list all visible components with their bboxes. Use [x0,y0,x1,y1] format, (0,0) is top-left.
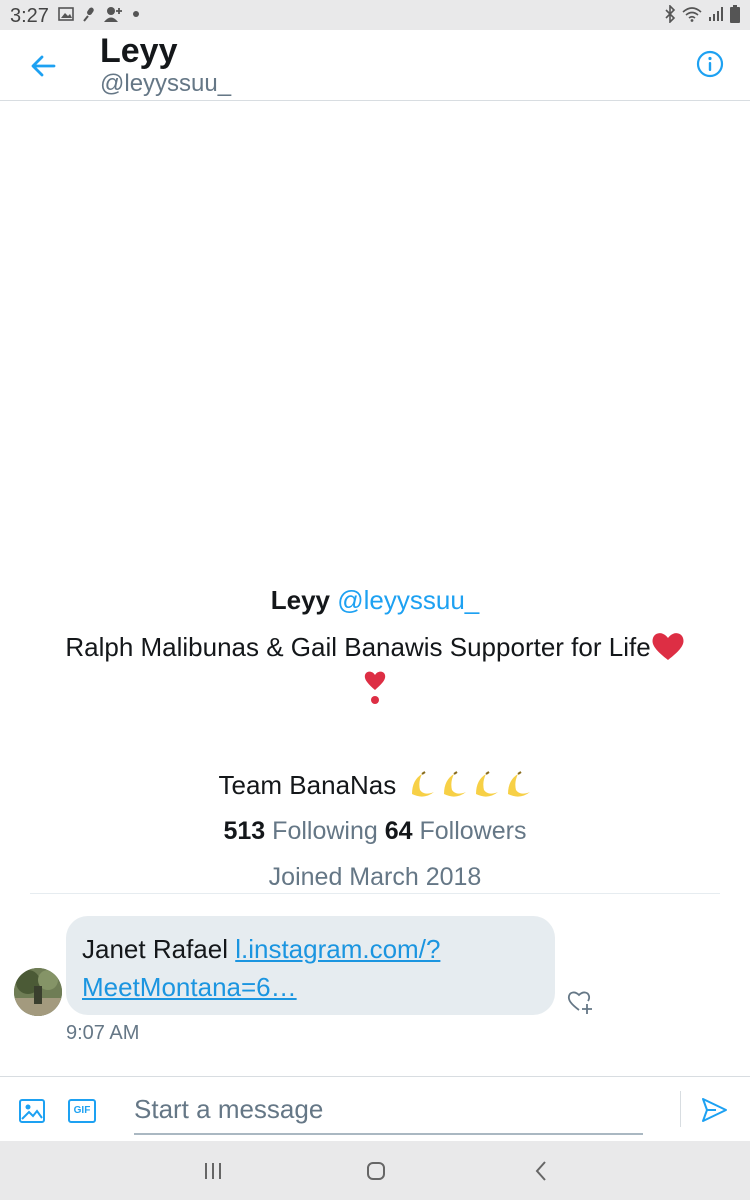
header-name: Leyy [100,32,178,70]
status-left-icons [58,6,140,22]
profile-stats: 513 Following 64 Followers [0,812,750,850]
divider [30,893,720,894]
status-right-icons [664,5,740,23]
status-bar: 3:27 [0,0,750,30]
battery-icon [730,5,740,23]
send-icon[interactable] [700,1096,728,1124]
header-handle: @leyyssuu_ [100,70,232,97]
composer-separator [680,1091,681,1127]
profile-team-text: Team BanaNas [218,770,397,800]
info-icon[interactable] [696,50,724,78]
heart-plus-icon[interactable] [566,986,596,1016]
signal-icon [709,7,723,21]
profile-handle: @leyyssuu_ [337,585,480,615]
person-add-icon [104,7,122,22]
nav-back-icon[interactable] [532,1160,550,1182]
following-count: 513 [223,817,266,845]
message-bubble[interactable]: Janet Rafael l.instagram.com/? MeetMontan… [66,916,555,1015]
message-input[interactable] [134,1085,643,1135]
status-time: 3:27 [10,5,49,27]
wifi-icon [682,7,702,22]
profile-joined: Joined March 2018 [268,863,482,891]
message-composer: GIF [0,1076,750,1141]
recents-icon[interactable] [202,1161,224,1181]
profile-bio: Ralph Malibunas & Gail Banawis Supporter… [0,628,750,716]
avatar-photo [14,968,62,1016]
profile-name: Leyy [270,585,330,615]
banana-icon [475,771,498,797]
dot-icon [133,11,139,17]
back-arrow-icon[interactable] [22,50,66,82]
profile-bio-team: Team BanaNas [0,766,750,804]
conversation-header: Leyy @leyyssuu_ [0,30,750,101]
image-icon[interactable] [18,1097,46,1125]
message-link-line2: MeetMontana=6… [82,972,297,1002]
message-time: 9:07 AM [66,1022,140,1044]
gallery-icon [58,7,74,21]
profile-card: Leyy @leyyssuu_ Ralph Malibunas & Gail B… [0,580,750,896]
mic-off-icon [83,7,94,22]
followers-count: 64 [384,817,413,845]
following-label: Following [272,817,378,845]
message-link-line1: l.instagram.com/? [235,934,441,964]
bluetooth-icon [665,5,676,23]
red-heart-icon [652,633,684,660]
followers-label: Followers [419,817,527,845]
banana-icon [411,771,434,797]
profile-bio-text: Ralph Malibunas & Gail Banawis Supporter… [65,632,651,662]
home-icon[interactable] [366,1161,386,1181]
exclamation-heart-icon [364,671,386,704]
system-nav-bar [0,1141,750,1200]
message-sender: Janet Rafael [82,934,228,964]
profile-name-line[interactable]: Leyy @leyyssuu_ [0,580,750,620]
avatar[interactable] [14,968,62,1016]
gif-button[interactable]: GIF [68,1099,96,1123]
banana-icon [507,771,530,797]
following-link[interactable]: 513 Following [224,817,378,845]
banana-icon [443,771,466,797]
followers-link[interactable]: 64 Followers [385,817,527,845]
